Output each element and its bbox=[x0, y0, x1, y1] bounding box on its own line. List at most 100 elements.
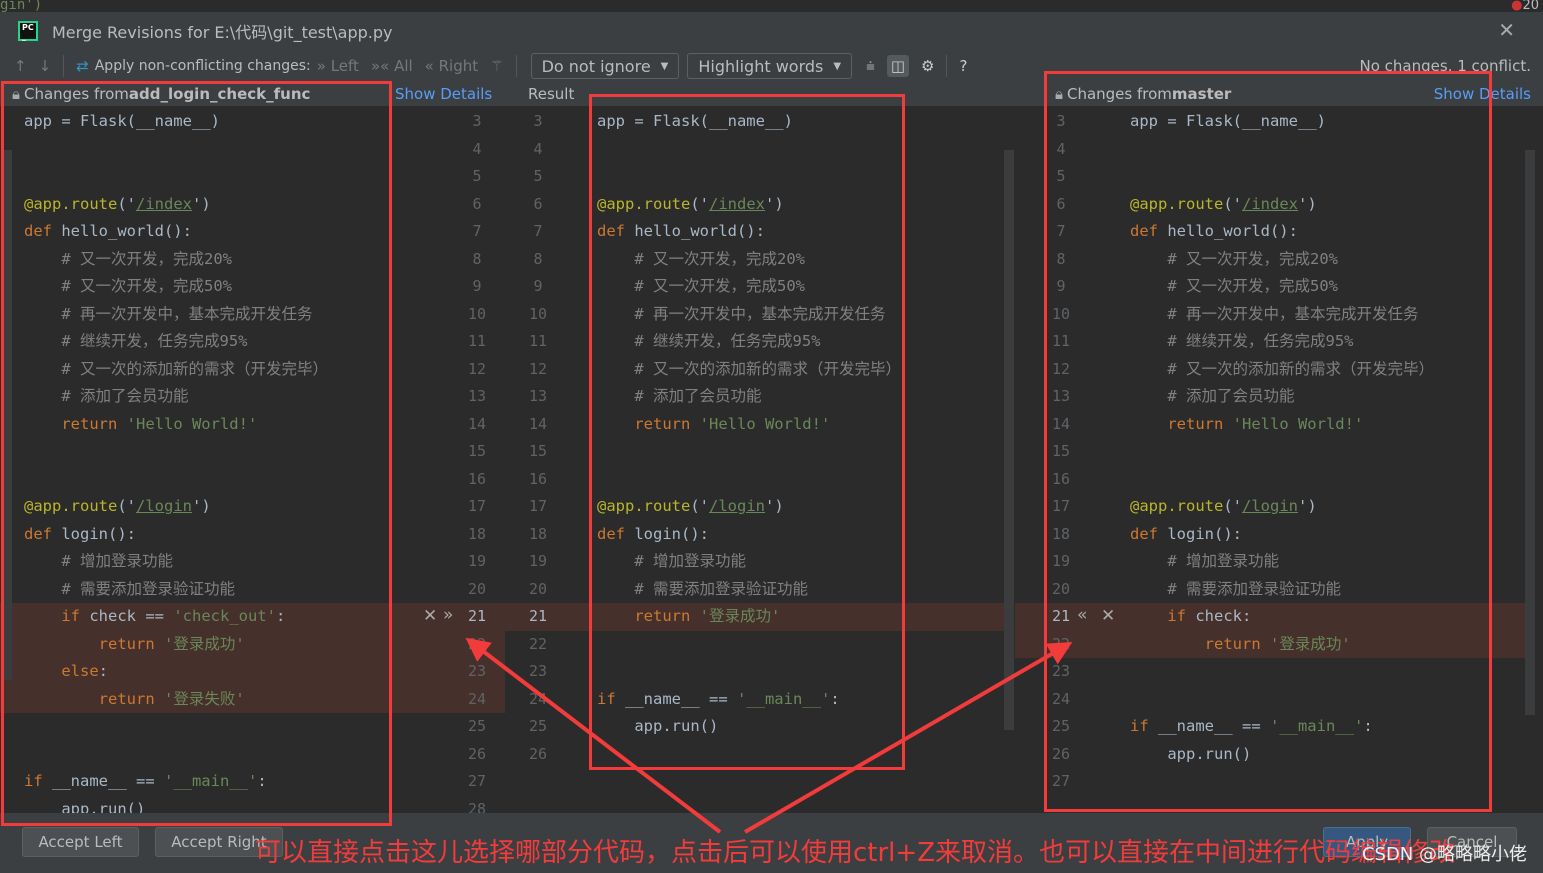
code-line[interactable]: app.run() bbox=[0, 796, 410, 814]
code-line[interactable]: def login(): bbox=[590, 521, 1005, 549]
code-line[interactable] bbox=[590, 631, 1005, 659]
code-line[interactable]: # 又一次的添加新的需求（开发完毕） bbox=[0, 356, 410, 384]
result-code-pane[interactable]: app = Flask(__name__) @app.route('/index'… bbox=[590, 106, 1005, 813]
right-code-pane[interactable]: app = Flask(__name__) @app.route('/index'… bbox=[1125, 106, 1525, 813]
gear-icon[interactable]: ⚙ bbox=[921, 57, 934, 75]
code-line[interactable]: # 需要添加登录验证功能 bbox=[590, 576, 1005, 604]
code-line[interactable] bbox=[590, 466, 1005, 494]
ignore-dropdown[interactable]: Do not ignore ▼ bbox=[530, 53, 680, 79]
code-line[interactable]: # 需要添加登录验证功能 bbox=[0, 576, 410, 604]
code-line[interactable]: app = Flask(__name__) bbox=[1125, 108, 1525, 136]
code-line[interactable]: # 又一次的添加新的需求（开发完毕） bbox=[1125, 356, 1525, 384]
code-line[interactable] bbox=[0, 713, 410, 741]
help-icon[interactable]: ? bbox=[959, 57, 967, 75]
code-line[interactable]: def hello_world(): bbox=[590, 218, 1005, 246]
code-line[interactable] bbox=[0, 438, 410, 466]
apply-all-button[interactable]: »« All bbox=[371, 57, 413, 75]
code-line[interactable]: # 增加登录功能 bbox=[590, 548, 1005, 576]
code-line[interactable]: return 'Hello World!' bbox=[1125, 411, 1525, 439]
scrollbar[interactable] bbox=[4, 150, 12, 680]
code-line[interactable]: @app.route('/index') bbox=[1125, 191, 1525, 219]
apply-left-button[interactable]: » Left bbox=[317, 57, 359, 75]
code-line[interactable]: if check: bbox=[1125, 603, 1525, 631]
code-line[interactable]: # 增加登录功能 bbox=[1125, 548, 1525, 576]
resolve-conflicts-icon[interactable]: ⇄ bbox=[76, 57, 89, 75]
next-change-icon[interactable]: ↓ bbox=[39, 57, 52, 75]
code-line[interactable]: # 又一次的添加新的需求（开发完毕） bbox=[590, 356, 1005, 384]
ignore-right-change-icon[interactable]: ✕ bbox=[1101, 606, 1115, 626]
code-line[interactable]: app.run() bbox=[590, 713, 1005, 741]
code-line[interactable]: # 添加了会员功能 bbox=[590, 383, 1005, 411]
code-line[interactable]: def hello_world(): bbox=[0, 218, 410, 246]
apply-right-button[interactable]: « Right bbox=[425, 57, 478, 75]
code-line[interactable]: if check == 'check_out': bbox=[0, 603, 410, 631]
code-line[interactable]: # 继续开发，任务完成95% bbox=[1125, 328, 1525, 356]
code-line[interactable] bbox=[0, 466, 410, 494]
code-line[interactable]: if __name__ == '__main__': bbox=[1125, 713, 1525, 741]
code-line[interactable] bbox=[1125, 136, 1525, 164]
code-line[interactable]: # 增加登录功能 bbox=[0, 548, 410, 576]
magic-wand-icon[interactable]: ⚚ bbox=[490, 57, 503, 75]
right-show-details-link[interactable]: Show Details bbox=[1434, 85, 1531, 103]
code-line[interactable]: return '登录成功' bbox=[590, 603, 1005, 631]
prev-change-icon[interactable]: ↑ bbox=[14, 57, 27, 75]
collapse-unchanged-icon[interactable]: ⩧ bbox=[866, 57, 875, 75]
code-line[interactable]: # 又一次开发，完成20% bbox=[0, 246, 410, 274]
code-line[interactable]: def login(): bbox=[1125, 521, 1525, 549]
code-line[interactable]: # 再一次开发中，基本完成开发任务 bbox=[0, 301, 410, 329]
code-line[interactable]: # 再一次开发中，基本完成开发任务 bbox=[1125, 301, 1525, 329]
code-line[interactable]: # 又一次开发，完成50% bbox=[1125, 273, 1525, 301]
code-line[interactable] bbox=[1125, 768, 1525, 796]
code-line[interactable]: def hello_world(): bbox=[1125, 218, 1525, 246]
scrollbar[interactable] bbox=[1525, 150, 1535, 715]
code-line[interactable]: @app.route('/index') bbox=[590, 191, 1005, 219]
code-line[interactable] bbox=[590, 741, 1005, 769]
code-line[interactable]: # 添加了会员功能 bbox=[1125, 383, 1525, 411]
code-line[interactable] bbox=[1125, 466, 1525, 494]
scrollbar[interactable] bbox=[1004, 150, 1014, 730]
code-line[interactable]: return 'Hello World!' bbox=[590, 411, 1005, 439]
accept-right-change-icon[interactable]: « bbox=[1077, 605, 1087, 625]
code-line[interactable]: # 又一次开发，完成50% bbox=[590, 273, 1005, 301]
code-line[interactable]: # 又一次开发，完成50% bbox=[0, 273, 410, 301]
code-line[interactable]: app = Flask(__name__) bbox=[0, 108, 410, 136]
code-line[interactable]: else: bbox=[0, 658, 410, 686]
code-line[interactable]: # 继续开发，任务完成95% bbox=[590, 328, 1005, 356]
code-line[interactable] bbox=[0, 741, 410, 769]
highlight-dropdown[interactable]: Highlight words ▼ bbox=[687, 53, 853, 79]
code-line[interactable] bbox=[1125, 163, 1525, 191]
code-line[interactable]: # 又一次开发，完成20% bbox=[590, 246, 1005, 274]
code-line[interactable]: @app.route('/index') bbox=[0, 191, 410, 219]
code-line[interactable] bbox=[1125, 438, 1525, 466]
code-line[interactable]: # 需要添加登录验证功能 bbox=[1125, 576, 1525, 604]
close-icon[interactable]: ✕ bbox=[1498, 18, 1515, 42]
code-line[interactable] bbox=[0, 136, 410, 164]
accept-left-change-icon[interactable]: » bbox=[443, 605, 453, 625]
code-line[interactable]: # 又一次开发，完成20% bbox=[1125, 246, 1525, 274]
code-line[interactable] bbox=[1125, 686, 1525, 714]
code-line[interactable]: return 'Hello World!' bbox=[0, 411, 410, 439]
left-code-pane[interactable]: app = Flask(__name__) @app.route('/index'… bbox=[0, 106, 410, 813]
code-line[interactable]: # 再一次开发中，基本完成开发任务 bbox=[590, 301, 1005, 329]
left-show-details-link[interactable]: Show Details bbox=[395, 85, 492, 103]
code-line[interactable] bbox=[590, 136, 1005, 164]
code-line[interactable]: @app.route('/login') bbox=[590, 493, 1005, 521]
code-line[interactable]: # 继续开发，任务完成95% bbox=[0, 328, 410, 356]
code-line[interactable]: app.run() bbox=[1125, 741, 1525, 769]
code-line[interactable]: return '登录成功' bbox=[0, 630, 410, 658]
code-line[interactable] bbox=[590, 438, 1005, 466]
code-line[interactable]: app = Flask(__name__) bbox=[590, 108, 1005, 136]
code-line[interactable]: if __name__ == '__main__': bbox=[590, 686, 1005, 714]
sync-scroll-icon[interactable]: ◫ bbox=[886, 55, 910, 77]
code-line[interactable] bbox=[590, 658, 1005, 686]
code-line[interactable]: if __name__ == '__main__': bbox=[0, 768, 410, 796]
code-line[interactable]: return '登录失败' bbox=[0, 685, 410, 713]
code-line[interactable] bbox=[1125, 658, 1525, 686]
code-line[interactable]: return '登录成功' bbox=[1125, 630, 1525, 658]
code-line[interactable]: # 添加了会员功能 bbox=[0, 383, 410, 411]
code-line[interactable] bbox=[590, 163, 1005, 191]
ignore-left-change-icon[interactable]: ✕ bbox=[423, 606, 437, 626]
code-line[interactable] bbox=[0, 163, 410, 191]
code-line[interactable]: @app.route('/login') bbox=[1125, 493, 1525, 521]
code-line[interactable]: @app.route('/login') bbox=[0, 493, 410, 521]
